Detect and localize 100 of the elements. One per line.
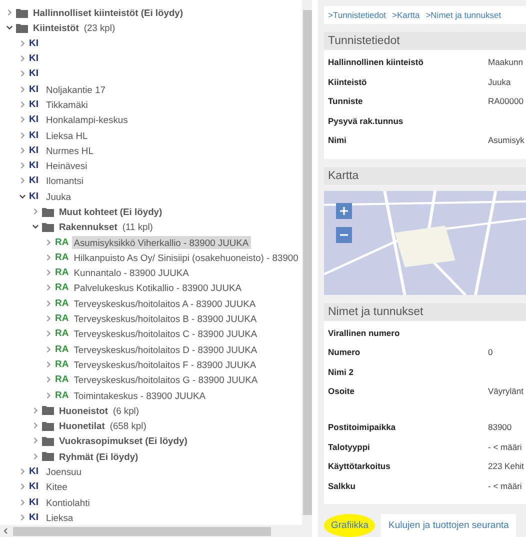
tree-item[interactable]: Terveyskeskus/hoitolaitos B - 83900 JUUKA (72, 312, 259, 326)
section-link[interactable]: >Nimet ja tunnukset (426, 10, 502, 20)
section-header: Kartta (324, 166, 526, 184)
horizontal-scrollbar[interactable] (0, 525, 312, 537)
field-value: Asumisyk (488, 135, 524, 145)
tree-item[interactable]: Tikkamäki (44, 98, 90, 111)
tree-item[interactable]: Lieksa HL (44, 128, 90, 142)
type-label: KI (29, 53, 40, 64)
type-label: KI (29, 190, 40, 202)
action-button[interactable]: Kulujen ja tuottojen seuranta (381, 514, 516, 537)
field-value: 83900 (488, 422, 512, 432)
field-value: Väyrylänt (488, 386, 524, 396)
field-label: Nimi 2 (328, 366, 355, 376)
tree-item[interactable]: Terveyskeskus/hoitolaitos D - 83900 JUUKA (72, 342, 260, 356)
type-label: KI (29, 160, 40, 172)
tree-item[interactable]: Huonetilat (57, 419, 107, 432)
item-count: (6 kpl) (112, 404, 140, 416)
tree-item[interactable]: Joensuu (44, 465, 84, 478)
type-label: RA (55, 328, 69, 340)
tree-item[interactable]: Toimintakeskus - 83900 JUUKA (72, 388, 208, 402)
type-label: RA (55, 282, 69, 294)
folder-icon (42, 451, 54, 462)
field-value: Juuka (488, 76, 511, 86)
tree-item[interactable]: Kontiolahti (44, 496, 92, 509)
section-link[interactable]: >Kartta (392, 10, 420, 20)
folder-icon (42, 405, 54, 416)
field-label: Hallinnollinen kiinteistö (328, 57, 424, 67)
field-label: Postitoimipaikka (328, 422, 397, 432)
type-label: RA (55, 344, 69, 355)
section-header: Nimet ja tunnukset (324, 302, 526, 320)
field-label: Käyttötarkoitus (328, 461, 392, 471)
field-value: 223 Kehit (488, 461, 524, 471)
type-label: KI (29, 512, 40, 523)
tree-item[interactable]: Terveyskeskus/hoitolaitos G - 83900 JUUKA (72, 373, 260, 386)
field-label: Salkku (328, 480, 356, 490)
tree-item[interactable]: Honkalampi-keskus (44, 113, 130, 126)
field-label: Nimi (328, 135, 348, 145)
field-label: Pysyvä rak.tunnus (328, 116, 404, 126)
tree-item[interactable]: Juuka (44, 190, 74, 203)
tree-item[interactable]: Muut kohteet (Ei löydy) (57, 205, 164, 218)
folder-icon (42, 420, 54, 431)
action-button[interactable]: Grafiikka (324, 514, 376, 537)
tree-item[interactable]: Huoneistot (57, 404, 110, 417)
plus-icon (340, 206, 348, 214)
chevron-icon[interactable] (19, 192, 26, 200)
folder-icon (16, 22, 28, 33)
tree-item[interactable]: Terveyskeskus/hoitolaitos C - 83900 JUUKA (72, 327, 260, 340)
type-label: KI (29, 38, 40, 49)
tree-item[interactable]: Nurmes HL (44, 144, 96, 157)
tree-item[interactable]: Terveyskeskus/hoitolaitos A - 83900 JUUKA (72, 296, 258, 310)
tree-item[interactable]: Hilkanpuisto As Oy/ Sinisiipi (osakehuoneisto) - 83900 (72, 250, 300, 264)
type-label: RA (55, 390, 69, 401)
type-label: KI (29, 496, 40, 508)
map-drawing[interactable] (324, 190, 526, 294)
chevron-icon[interactable] (32, 223, 39, 230)
type-label: RA (55, 374, 69, 386)
type-label: KI (29, 84, 40, 95)
scrollbar-thumb[interactable] (13, 526, 271, 536)
field-value: - < määri (488, 442, 522, 452)
tree-item[interactable]: Kunnantalo - 83900 JUUKA (72, 266, 191, 280)
section-link[interactable]: >Tunnistetiedot (328, 10, 386, 20)
item-count: (23 kpl) (84, 22, 116, 34)
type-label: KI (29, 68, 40, 80)
tree-item[interactable]: Lieksa (44, 510, 76, 524)
field-value: 0 (488, 347, 493, 357)
tree-item[interactable]: Rakennukset (57, 220, 120, 234)
tree-item[interactable]: Terveyskeskus/hoitolaitos F - 83900 JUUKA (72, 358, 258, 371)
tree-item[interactable]: Kitee (44, 480, 70, 494)
section-header: Tunnistetiedot (324, 32, 526, 50)
field-label: Osoite (328, 386, 356, 396)
folder-icon (42, 436, 54, 446)
zoom-out-button[interactable] (336, 226, 352, 242)
type-label: RA (55, 236, 69, 248)
tree-item[interactable]: Heinävesi (44, 159, 90, 172)
field-label: Tunniste (328, 96, 364, 106)
item-count: (658 kpl) (110, 420, 146, 432)
tree-item[interactable]: Ilomantsi (44, 174, 86, 188)
field-label: Numero (328, 347, 362, 357)
type-label: KI (29, 98, 40, 110)
zoom-in-button[interactable] (336, 202, 352, 218)
type-label: RA (55, 267, 69, 278)
type-label: KI (29, 466, 40, 478)
tree-item[interactable]: Kiinteistöt (31, 21, 81, 34)
field-value: RA00000 (488, 96, 524, 106)
type-label: RA (55, 252, 69, 263)
type-label: KI (29, 144, 40, 156)
tree-item[interactable]: Palvelukeskus Kotikallio - 83900 JUUKA (72, 281, 244, 294)
type-label: RA (55, 298, 69, 309)
tree-item[interactable]: Ryhmät (Ei löydy) (57, 450, 140, 463)
field-value: - < määri (488, 480, 522, 490)
chevron-icon[interactable] (6, 24, 13, 32)
type-label: KI (29, 481, 40, 492)
tree-item[interactable]: Asumisyksikkö Viherkallio - 83900 JUUKA (72, 236, 251, 249)
field-label: Kiinteistö (328, 76, 368, 86)
tree-item[interactable]: Vuokrasopimukset (Ei löydy) (57, 434, 190, 448)
folder-icon (42, 222, 54, 232)
type-label: KI (29, 114, 40, 126)
item-count: (11 kpl) (122, 221, 153, 232)
tree-item[interactable]: Noljakantie 17 (44, 82, 108, 96)
tree-item[interactable]: Hallinnolliset kiinteistöt (Ei löydy) (31, 6, 186, 20)
